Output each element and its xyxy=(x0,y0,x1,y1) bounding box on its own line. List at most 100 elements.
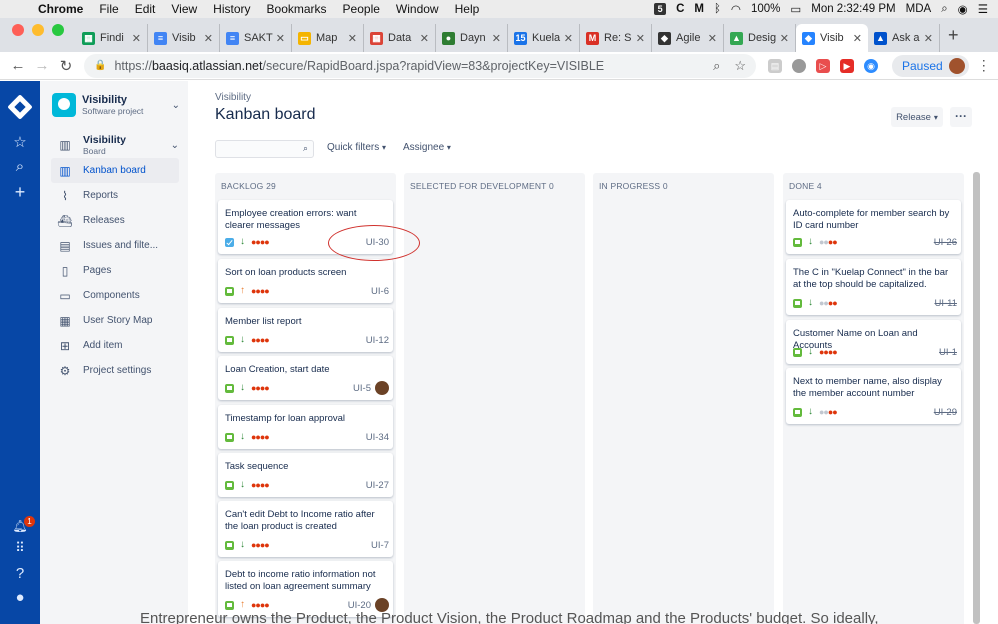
sidebar-item-pages[interactable]: ▯ Pages xyxy=(51,258,179,283)
issue-card[interactable]: Sort on loan products screen ↑ ●●●● UI-6 xyxy=(218,259,393,303)
address-bar[interactable]: 🔒 https://baasiq.atlassian.net/secure/Ra… xyxy=(84,53,756,78)
send-extension-icon[interactable]: ▷ xyxy=(816,58,830,73)
sidebar-item-releases[interactable]: ⛴ Releases xyxy=(51,208,179,233)
tab-close-icon[interactable]: ✕ xyxy=(780,32,789,45)
issue-key[interactable]: UI-1 xyxy=(939,347,957,358)
user-name[interactable]: MDA xyxy=(906,3,932,15)
tab-close-icon[interactable]: ✕ xyxy=(132,32,141,45)
menu-people[interactable]: People xyxy=(343,2,380,16)
board-search-input[interactable]: ⌕ xyxy=(215,140,314,158)
battery-icon[interactable]: ▭ xyxy=(790,2,801,16)
browser-tab[interactable]: ▦ Findi ✕ xyxy=(76,24,148,52)
browser-tab[interactable]: 15 Kuela ✕ xyxy=(508,24,580,52)
reload-icon[interactable]: ↻ xyxy=(54,57,78,75)
sidebar-item-user-story-map[interactable]: ▦ User Story Map xyxy=(51,308,179,333)
chrome-menu-icon[interactable]: ⋮ xyxy=(977,57,991,74)
browser-tab[interactable]: ▲ Ask a ✕ xyxy=(868,24,940,52)
sidebar-item-kanban-board[interactable]: ▥ Kanban board xyxy=(51,158,179,183)
starred-icon[interactable]: ☆ xyxy=(0,133,40,151)
issue-key[interactable]: UI-12 xyxy=(366,335,389,346)
tab-close-icon[interactable]: ✕ xyxy=(924,32,933,45)
m-app-icon[interactable]: M xyxy=(694,3,704,15)
issue-key[interactable]: UI-20 xyxy=(348,600,371,611)
notification-center-icon[interactable]: ☰ xyxy=(978,2,988,16)
back-icon[interactable]: ← xyxy=(6,57,30,74)
lock-icon[interactable]: 🔒 xyxy=(94,60,106,71)
spotlight-icon[interactable]: ⌕ xyxy=(941,3,947,16)
browser-tab[interactable]: M Re: S ✕ xyxy=(580,24,652,52)
issue-card[interactable]: Timestamp for loan approval ↓ ●●●● UI-34 xyxy=(218,405,393,449)
create-icon[interactable]: + xyxy=(0,182,40,203)
issue-card[interactable]: Loan Creation, start date ↓ ●●●● UI-5 xyxy=(218,356,393,400)
profile-paused-button[interactable]: Paused xyxy=(892,54,969,77)
five-icon[interactable]: 5 xyxy=(654,3,667,15)
menu-file[interactable]: File xyxy=(99,2,118,16)
circle-extension-icon[interactable] xyxy=(792,58,806,73)
browser-tab[interactable]: ≡ SAKT ✕ xyxy=(220,24,292,52)
battery-percent[interactable]: 100% xyxy=(751,3,780,15)
tab-close-icon[interactable]: ✕ xyxy=(204,32,213,45)
clock[interactable]: Mon 2:32:49 PM xyxy=(811,3,895,15)
youtube-extension-icon[interactable]: ▶ xyxy=(840,58,854,73)
help-icon[interactable]: ? xyxy=(0,565,40,582)
browser-tab[interactable]: ▭ Map ✕ xyxy=(292,24,364,52)
breadcrumb[interactable]: Visibility xyxy=(215,92,251,103)
issue-key[interactable]: UI-34 xyxy=(366,432,389,443)
board-selector[interactable]: ▥ Visibility Board ⌄ xyxy=(51,132,179,158)
issue-card[interactable]: Member list report ↓ ●●●● UI-12 xyxy=(218,308,393,352)
browser-tab[interactable]: ◆ Visib ✕ xyxy=(796,24,868,52)
assignee-dropdown[interactable]: Assignee ▾ xyxy=(403,142,451,153)
app-menu-chrome[interactable]: Chrome xyxy=(38,2,83,16)
zoom-window-button[interactable] xyxy=(52,24,64,36)
issue-key[interactable]: UI-7 xyxy=(371,540,389,551)
rss-extension-icon[interactable]: ▤ xyxy=(768,58,782,73)
menu-edit[interactable]: Edit xyxy=(135,2,156,16)
menu-help[interactable]: Help xyxy=(455,2,480,16)
issue-key[interactable]: UI-5 xyxy=(353,383,371,394)
tab-close-icon[interactable]: ✕ xyxy=(492,32,501,45)
wifi-icon[interactable]: ◠ xyxy=(731,2,741,16)
sidebar-item-issues-and-filte[interactable]: ▤ Issues and filte... xyxy=(51,233,179,258)
menu-window[interactable]: Window xyxy=(396,2,439,16)
quick-filters-dropdown[interactable]: Quick filters ▾ xyxy=(327,142,386,153)
bluetooth-icon[interactable]: ᛒ xyxy=(714,3,721,15)
zoom-search-icon[interactable]: ⌕ xyxy=(713,58,720,74)
search-icon[interactable]: ⌕ xyxy=(0,158,40,175)
browser-tab[interactable]: ≡ Visib ✕ xyxy=(148,24,220,52)
app-switcher-icon[interactable]: ⠿ xyxy=(0,540,40,556)
close-window-button[interactable] xyxy=(12,24,24,36)
sidebar-item-components[interactable]: ▭ Components xyxy=(51,283,179,308)
tab-close-icon[interactable]: ✕ xyxy=(420,32,429,45)
siri-icon[interactable]: ◉ xyxy=(958,2,968,16)
issue-card[interactable]: Customer Name on Loan and Accounts ↓ ●●●● U… xyxy=(786,320,961,364)
issue-key[interactable]: UI-6 xyxy=(371,286,389,297)
new-tab-button[interactable]: + xyxy=(940,25,969,52)
tab-close-icon[interactable]: ✕ xyxy=(348,32,357,45)
minimize-window-button[interactable] xyxy=(32,24,44,36)
sidebar-item-project-settings[interactable]: ⚙ Project settings xyxy=(51,358,179,383)
issue-card[interactable]: The C in "Kuelap Connect" in the bar at … xyxy=(786,259,961,315)
menu-history[interactable]: History xyxy=(213,2,250,16)
issue-key[interactable]: UI-26 xyxy=(934,237,957,248)
issue-key[interactable]: UI-27 xyxy=(366,480,389,491)
page-scrollbar[interactable] xyxy=(973,172,980,624)
browser-tab[interactable]: ◆ Agile ✕ xyxy=(652,24,724,52)
menu-view[interactable]: View xyxy=(171,2,197,16)
browser-tab[interactable]: ▦ Data ✕ xyxy=(364,24,436,52)
sidebar-item-add-item[interactable]: ⊞ Add item xyxy=(51,333,179,358)
issue-key[interactable]: UI-11 xyxy=(934,298,957,309)
browser-tab[interactable]: ▲ Desig ✕ xyxy=(724,24,796,52)
c-app-icon[interactable]: C xyxy=(676,3,684,15)
issue-card[interactable]: Next to member name, also display the me… xyxy=(786,368,961,424)
more-actions-button[interactable]: ··· xyxy=(950,107,972,127)
tab-close-icon[interactable]: ✕ xyxy=(564,32,573,45)
project-header[interactable]: Visibility Software project ⌄ xyxy=(52,93,180,117)
chevron-down-icon[interactable]: ⌄ xyxy=(172,100,180,111)
issue-card[interactable]: Can't edit Debt to Income ratio after th… xyxy=(218,501,393,557)
tab-close-icon[interactable]: ✕ xyxy=(853,32,862,45)
issue-card[interactable]: Task sequence ↓ ●●●● UI-27 xyxy=(218,453,393,497)
jira-logo-icon[interactable] xyxy=(7,94,33,120)
profile-icon[interactable]: ● xyxy=(0,589,40,606)
bookmark-star-icon[interactable]: ☆ xyxy=(734,58,746,74)
sidebar-item-reports[interactable]: ⌇ Reports xyxy=(51,183,179,208)
